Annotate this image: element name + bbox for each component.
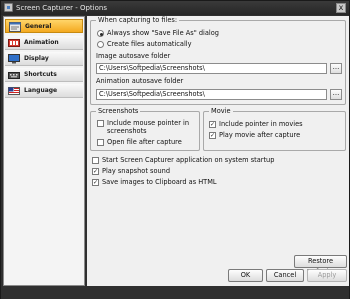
animation-icon — [8, 39, 20, 47]
sidebar-item-general[interactable]: General — [5, 19, 83, 33]
title-bar[interactable]: Screen Capturer - Options x — [1, 1, 349, 15]
sidebar-item-label: General — [25, 23, 52, 30]
auto-create-label: Create files automatically — [107, 40, 192, 48]
close-button[interactable]: x — [336, 3, 346, 13]
image-folder-browse-button[interactable]: ... — [330, 63, 342, 74]
restore-defaults-button[interactable]: Restore Defaults — [294, 255, 347, 276]
save-as-radio[interactable] — [97, 30, 104, 37]
save-as-label: Always show "Save File As" dialog — [107, 29, 219, 37]
animation-folder-label: Animation autosave folder — [96, 77, 184, 85]
sidebar-item-label: Shortcuts — [24, 71, 57, 78]
group-legend: When capturing to files: — [96, 16, 180, 25]
sidebar-item-shortcuts[interactable]: Shortcuts — [5, 68, 83, 82]
clipboard-html-label: Save images to Clipboard as HTML — [102, 178, 217, 186]
options-window: Screen Capturer - Options x General Anim… — [0, 0, 350, 299]
ok-button[interactable]: OK — [228, 269, 263, 282]
play-movie-checkbox[interactable]: ✓ — [209, 132, 216, 139]
include-mouse-pointer-label: Include mouse pointer in screenshots — [107, 119, 190, 135]
sidebar-item-animation[interactable]: Animation — [5, 36, 83, 50]
sidebar-item-label: Display — [24, 55, 49, 62]
play-sound-checkbox[interactable]: ✓ — [92, 168, 99, 175]
sidebar-item-display[interactable]: Display — [5, 52, 83, 66]
screenshots-group: Screenshots Include mouse pointer in scr… — [90, 107, 200, 151]
sidebar: General Animation Display Shortcuts Lang… — [3, 16, 85, 286]
open-file-checkbox[interactable] — [97, 139, 104, 146]
window-bottom-border — [1, 286, 349, 299]
sidebar-item-label: Language — [24, 87, 58, 94]
app-icon — [4, 3, 13, 12]
group-legend: Screenshots — [96, 107, 141, 116]
keyboard-icon — [8, 72, 20, 79]
image-folder-field[interactable]: C:\Users\Softpedia\Screenshots\ — [96, 63, 327, 74]
play-movie-label: Play movie after capture — [219, 131, 301, 139]
general-icon — [9, 22, 21, 32]
image-folder-label: Image autosave folder — [96, 52, 171, 60]
sidebar-item-label: Animation — [24, 39, 59, 46]
sidebar-item-language[interactable]: Language — [5, 84, 83, 98]
language-icon — [8, 87, 20, 95]
startup-checkbox[interactable] — [92, 157, 99, 164]
play-sound-label: Play snapshot sound — [102, 167, 171, 175]
display-icon — [8, 54, 20, 64]
apply-button[interactable]: Apply — [307, 269, 347, 282]
startup-label: Start Screen Capturer application on sys… — [102, 156, 275, 164]
movie-group: Movie ✓ Include pointer in movies ✓ Play… — [203, 107, 346, 151]
capture-files-group: When capturing to files: Always show "Sa… — [90, 16, 346, 105]
open-file-label: Open file after capture — [107, 138, 182, 146]
animation-folder-field[interactable]: C:\Users\Softpedia\Screenshots\ — [96, 89, 327, 100]
cancel-button[interactable]: Cancel — [266, 269, 304, 282]
window-title: Screen Capturer - Options — [16, 4, 107, 12]
include-pointer-movies-label: Include pointer in movies — [219, 120, 303, 128]
auto-create-radio[interactable] — [97, 41, 104, 48]
include-pointer-movies-checkbox[interactable]: ✓ — [209, 121, 216, 128]
include-mouse-pointer-checkbox[interactable] — [97, 120, 104, 127]
animation-folder-browse-button[interactable]: ... — [330, 89, 342, 100]
general-panel: When capturing to files: Always show "Sa… — [87, 16, 349, 286]
group-legend: Movie — [209, 107, 233, 116]
clipboard-html-checkbox[interactable]: ✓ — [92, 179, 99, 186]
